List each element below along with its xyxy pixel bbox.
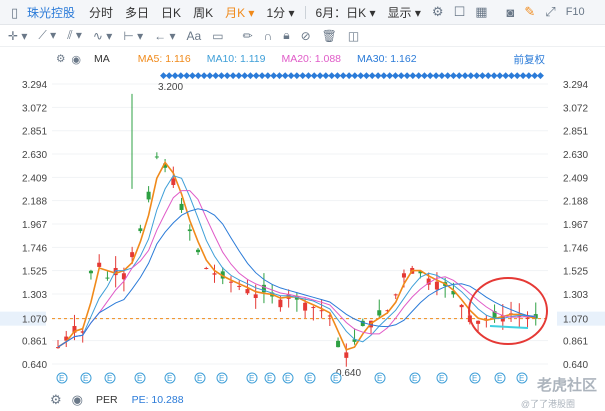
- candle-body: [476, 320, 481, 324]
- candle-body: [171, 178, 176, 185]
- candle-body: [105, 277, 110, 279]
- y-tick-left: 0.640: [22, 360, 47, 371]
- event-marker-label: E: [519, 374, 524, 383]
- candle-body: [434, 281, 439, 290]
- event-marker-label: E: [83, 374, 88, 383]
- y-tick-left: 2.409: [22, 173, 47, 184]
- y-tick-left: 1.746: [22, 243, 47, 254]
- candle-body: [303, 302, 308, 311]
- candle-body: [130, 252, 135, 258]
- y-tick-left: 1.967: [22, 220, 47, 231]
- candle-body: [459, 304, 464, 308]
- y-tick-right: 0.861: [563, 337, 588, 348]
- candle-body: [88, 270, 93, 274]
- candle-body: [154, 156, 159, 158]
- high-label: 3.200: [158, 82, 183, 93]
- marker-dot: ◆: [537, 71, 544, 81]
- y-tick-right: 1.070: [563, 315, 588, 326]
- y-tick-right: 1.746: [563, 243, 588, 254]
- candle-body: [401, 273, 406, 278]
- y-tick-left: 2.188: [22, 197, 47, 208]
- candle-body: [525, 317, 530, 319]
- y-tick-right: 1.525: [563, 267, 588, 278]
- event-marker-label: E: [412, 374, 417, 383]
- event-marker-label: E: [285, 374, 290, 383]
- event-marker-label: E: [167, 374, 172, 383]
- candle-body: [336, 340, 341, 348]
- event-marker-label: E: [249, 374, 254, 383]
- candle-body: [237, 285, 242, 287]
- candle-body: [245, 289, 250, 294]
- y-tick-left: 1.525: [22, 267, 47, 278]
- event-marker-label: E: [333, 374, 338, 383]
- y-tick-right: 1.303: [563, 290, 588, 301]
- y-tick-right: 2.409: [563, 173, 588, 184]
- y-tick-right: 0.640: [563, 360, 588, 371]
- event-marker-label: E: [497, 374, 502, 383]
- candle-body: [253, 294, 258, 299]
- candle-body: [278, 299, 283, 308]
- event-marker-label: E: [377, 374, 382, 383]
- y-tick-left: 1.070: [22, 315, 47, 326]
- candle-body: [344, 352, 349, 358]
- ma-line: [57, 208, 536, 348]
- ma-line: [57, 175, 536, 348]
- y-tick-left: 0.861: [22, 337, 47, 348]
- y-tick-left: 3.294: [22, 80, 47, 91]
- y-tick-right: 1.967: [563, 220, 588, 231]
- pe-value: PE: 10.288: [131, 393, 184, 406]
- y-tick-right: 2.188: [563, 197, 588, 208]
- indicator-settings-icon[interactable]: ⚙: [50, 392, 62, 408]
- candle-body: [138, 228, 143, 232]
- event-marker-label: E: [59, 374, 64, 383]
- y-tick-right: 2.851: [563, 127, 588, 138]
- candle-body: [311, 307, 316, 309]
- candle-body: [97, 262, 102, 267]
- candle-body: [179, 203, 184, 210]
- ma-line: [57, 161, 536, 351]
- candle-body: [196, 249, 201, 253]
- event-marker-label: E: [267, 374, 272, 383]
- candle-body: [212, 273, 217, 275]
- event-marker-label: E: [439, 374, 444, 383]
- candle-body: [228, 281, 233, 283]
- kline-chart[interactable]: 3.294 3.294 3.072 3.072 2.851 2.851 2.630 2.630…: [0, 0, 605, 411]
- indicator-visibility-icon[interactable]: ◉: [72, 392, 83, 408]
- y-tick-right: 3.294: [563, 80, 588, 91]
- event-marker-label: E: [197, 374, 202, 383]
- indicator-bar: ⚙ ◉ PER PE: 10.288: [0, 388, 605, 411]
- y-tick-right: 2.630: [563, 150, 588, 161]
- candle-body: [377, 310, 382, 316]
- candle-body: [319, 310, 324, 312]
- candle-body: [393, 294, 398, 296]
- watermark: 老虎社区: [536, 377, 597, 394]
- event-marker-label: E: [472, 374, 477, 383]
- y-tick-left: 2.851: [22, 127, 47, 138]
- y-tick-left: 3.072: [22, 103, 47, 114]
- candle-body: [187, 229, 192, 232]
- y-tick-left: 1.303: [22, 290, 47, 301]
- event-marker-label: E: [307, 374, 312, 383]
- y-tick-left: 2.630: [22, 150, 47, 161]
- event-marker-label: E: [219, 374, 224, 383]
- annotation-highlight: [489, 325, 529, 329]
- event-marker-label: E: [107, 374, 112, 383]
- candle-body: [146, 191, 151, 200]
- y-tick-right: 3.072: [563, 103, 588, 114]
- per-label[interactable]: PER: [96, 394, 118, 406]
- event-marker-label: E: [137, 374, 142, 383]
- watermark-sub: @了了港股圈: [520, 399, 575, 409]
- candle-body: [204, 267, 209, 269]
- candle-body: [56, 347, 60, 349]
